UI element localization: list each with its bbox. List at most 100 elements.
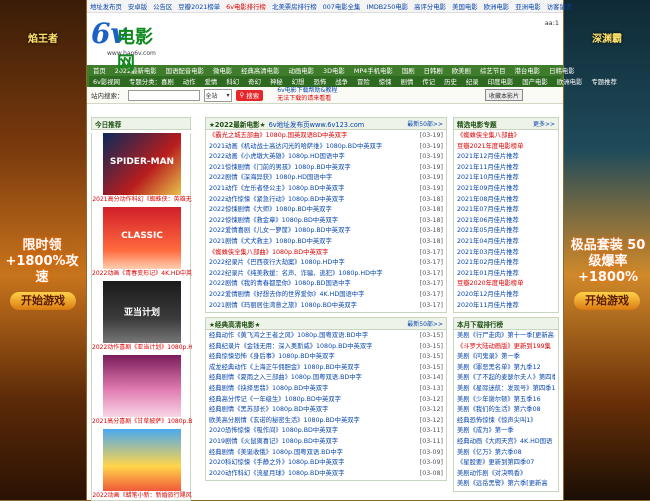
list-item-title[interactable]: 2021动画《机动战士高达闪光的哈萨维》1080p.BD中英双字 [209,142,418,153]
nav-item[interactable]: 专题推荐 [591,77,617,86]
nav-item[interactable]: 爱情 [205,77,218,86]
list-item[interactable]: 2021年12月佳片推荐 [457,152,555,163]
list-item-title[interactable]: 《斗罗大陆动画版》更新到199集 [457,342,555,353]
top-link[interactable]: IMDB250电影 [366,2,408,11]
nav-item[interactable]: 纪录 [466,77,479,86]
list-item[interactable]: 2020年12月佳片推荐 [457,290,555,301]
top-link[interactable]: 007电影全集 [323,2,361,11]
right-ad-play-button[interactable]: 开始游戏 [574,292,640,310]
list-item-title[interactable]: 美剧《亿万》第六季08 [457,448,555,459]
list-item[interactable]: 2022惊悚剧情《大师》1080p.BD中英双字 [03-18] [209,205,443,216]
list-item-title[interactable]: 经典动画《大闹天宫》4K.HD国语 [457,437,555,448]
site-logo[interactable]: 6v 电影网 www.hao6v.com [91,17,161,74]
list-item[interactable]: 美剧《成为》第一季 [457,426,555,437]
list-item[interactable]: 美剧《我们的生活》第六季08 [457,405,555,416]
right-ad-banner[interactable]: 深渊霸 极品套装 50级爆率+1800% 开始游戏 [564,0,650,500]
list-item-title[interactable]: 经典剧情《美诞收俄》1080p.国粤双语.BD中字 [209,448,418,459]
list-item[interactable]: 经典恐怖惊悚《惊声尖叫1》 [457,416,555,427]
list-item-title[interactable]: 2021年11月佳片推荐 [457,163,555,174]
list-item-title[interactable]: 2022惊悚剧情《救金章》1080p.BD中英双字 [209,216,418,227]
search-input[interactable] [127,89,200,101]
list-item[interactable]: 2022剧情《我的青春都是你》1080p.BD国语中字 [03-17] [209,279,443,290]
list-item[interactable]: 经典动作《黄飞鸿之王者之风》1080p.国粤双语.BD中字 [03-15] [209,331,443,342]
help-warning-link[interactable]: 无法下载的请来看看 [277,95,337,103]
poster-item[interactable]: 2022动画《蜡笔小新：新婚旅行飓风 [92,429,192,500]
nav-item[interactable]: 惊悚 [379,77,392,86]
nav-item[interactable]: 剧情 [401,77,414,86]
nav-item[interactable]: 幻想 [292,77,305,86]
poster-image[interactable]: 亚当计划 [103,281,181,343]
list-item-title[interactable]: 美剧《星际迷航：发现号》第四季13 [457,384,555,395]
list-item-title[interactable]: 豆瓣2021年度电影榜单 [457,142,555,153]
poster-image[interactable] [103,355,181,417]
list-item[interactable]: 2021动作《左乐者怪公主》1080p.BD中英双字 [03-19] [209,184,443,195]
nav-item[interactable]: 动作 [183,77,196,86]
list-item-title[interactable]: 2021年01月佳片推荐 [457,269,555,280]
list-item-title[interactable]: 2022剧情《我的青春都是你》1080p.BD国语中字 [209,279,418,290]
left-ad-banner[interactable]: 焰王者 限时领 +1800%攻速 开始游戏 [0,0,86,500]
top-link[interactable]: 美国电影 [452,2,478,11]
list-item[interactable]: 2021年11月佳片推荐 [457,163,555,174]
poster-item[interactable]: 2021高分喜剧《甘草披萨》1080p.B [92,355,192,426]
list-item[interactable]: 经典纪录片《金钱无用：深入奥斯威》1080p.BD中英双字 [03-15] [209,342,443,353]
nav-item[interactable]: 欧美剧 [452,66,471,75]
nav-item[interactable]: 科幻 [226,77,239,86]
poster-caption[interactable]: 2022动画《蜡笔小新：新婚旅行飓风 [92,491,192,500]
list-item-title[interactable]: 成龙经典动作《上海正午佣胆金》1080p.BD中英双字 [209,363,418,374]
list-item[interactable]: 2021年04月佳片推荐 [457,237,555,248]
top-link[interactable]: 地址发布页 [90,2,122,11]
list-item[interactable]: 美剧《少年谢尔顿》第五季16 [457,395,555,406]
list-item-title[interactable]: 2021剧情《玛丽居住湾意之旅》1080p.BD中英双字 [209,301,418,312]
nav-item[interactable]: 神秘 [270,77,283,86]
list-item-title[interactable]: 2021剧情《犬犬救主》1080p.BD中英双字 [209,237,418,248]
poster-item[interactable]: SPIDER-MAN 2021高分动作科幻《蜘蛛侠：英雄无 [92,133,192,204]
list-item-title[interactable]: 2021年07月佳片推荐 [457,205,555,216]
poster-item[interactable]: 亚当计划 2022动作喜剧《亚当计划》1080p.H [92,281,192,352]
list-item[interactable]: 美剧《问鬼录》第一季 [457,352,555,363]
nav-item[interactable]: 3D电影 [323,66,345,75]
list-item[interactable]: 2020科幻惊悚《手静之外》1080p.BD中英双字 [03-09] [209,458,443,469]
list-item[interactable]: 2021剧情《玛丽居住湾意之旅》1080p.BD中英双字 [03-17] [209,301,443,312]
top-link[interactable]: 欧洲电影 [484,2,510,11]
nav-item[interactable]: 港台电影 [515,66,541,75]
top-link[interactable]: 安卓版 [128,2,147,11]
nav-item[interactable]: 日韩电影 [549,66,575,75]
poster-item[interactable]: CLASSIC 2022动画《青春变形记》4K.HD中英 [92,207,192,278]
list-item-title[interactable]: 2022动画《小虎墩大英雄》1080p.HD国语中字 [209,152,418,163]
list-item[interactable]: 2021年02月佳片推荐 [457,258,555,269]
nav-item[interactable]: 欧洲电影 [557,77,583,86]
poster-image[interactable]: SPIDER-MAN [103,133,181,195]
list-item-title[interactable]: 2020动作科幻《流星月球》1080p.BD中英双字 [209,469,418,480]
nav-item[interactable]: 国语配音电影 [166,66,204,75]
poster-image[interactable]: CLASSIC [103,207,181,269]
help-link[interactable]: 6v电影下载帮助&教程 [277,87,337,95]
list-item[interactable]: 豆瓣2021年度电影榜单 [457,142,555,153]
list-item-title[interactable]: 2021年08月佳片推荐 [457,195,555,206]
top-link[interactable]: 亚洲电影 [515,2,541,11]
list-item[interactable]: 2021剧情《犬犬救主》1080p.BD中英双字 [03-18] [209,237,443,248]
list-item[interactable]: 经典剧情《美诞收俄》1080p.国粤双语.BD中字 [03-09] [209,448,443,459]
nav-item[interactable]: 国产电影 [522,77,548,86]
list-item[interactable]: 《霸光之城五部曲》1080p.国英双语BD中英双字 [03-19] [209,131,443,142]
list-item[interactable]: 美剧《星际迷航：发现号》第四季13 [457,384,555,395]
nav-item[interactable]: 奇幻 [248,77,261,86]
nav-item[interactable]: 冒险 [357,77,370,86]
list-item[interactable]: 2022爱情剧情《好想去你的世界爱你》4K.HD国语中字 [03-17] [209,290,443,301]
list-item-title[interactable]: 经典剧情《夏雨之入三部曲》1080p.国粤双语.BD中字 [209,373,418,384]
list-item[interactable]: 2021年06月佳片推荐 [457,216,555,227]
list-item-title[interactable]: 2020年11月佳片推荐 [457,301,555,312]
nav-item[interactable]: 专题分类：喜剧 [129,77,174,86]
list-item[interactable]: 2021动画《机动战士高达闪光的哈萨维》1080p.BD中英双字 [03-19] [209,142,443,153]
list-item-title[interactable]: 经典惊悚恐怖《身后事》1080p.BD中英双字 [209,352,418,363]
list-item-title[interactable]: 美剧《行尸走肉》第十一季[更新高 [457,331,555,342]
list-item-title[interactable]: 经典剧情《抉择思翡》1080p.BD中英双字 [209,384,418,395]
list-item-title[interactable]: 2020恐怖惊悚《吸作间》1080p.BD中英双字 [209,426,418,437]
search-scope-select[interactable]: 全站 ▾ [203,88,232,102]
nav-item[interactable]: 首页 [93,66,106,75]
list-item-title[interactable]: 2022惊悚剧情《大师》1080p.BD中英双字 [209,205,418,216]
nav-item[interactable]: 恐怖 [313,77,326,86]
featured-more-link[interactable]: 更多>> [533,119,555,128]
list-item-title[interactable]: 2020年12月佳片推荐 [457,290,555,301]
list-item[interactable]: 2022动作惊悚《紧急行动》1080p.BD中英双字 [03-18] [209,195,443,206]
list-item-title[interactable]: 2020科幻惊悚《手静之外》1080p.BD中英双字 [209,458,418,469]
